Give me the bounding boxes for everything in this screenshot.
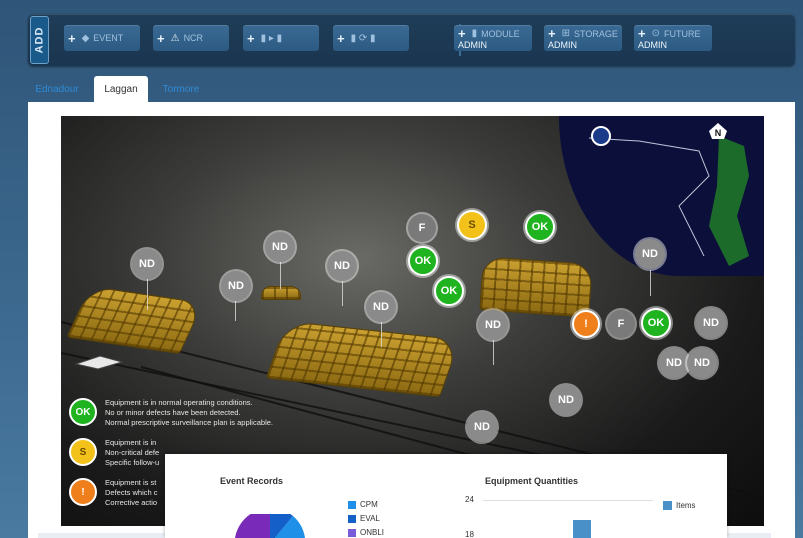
status-marker-nd[interactable]: ND	[696, 308, 726, 338]
marker-stem	[147, 278, 148, 310]
add-event-button[interactable]: + ◆ EVENT	[64, 25, 140, 51]
status-marker-nd[interactable]: ND	[467, 412, 497, 442]
module-label: MODULE	[481, 28, 520, 39]
marker-stem	[650, 270, 651, 296]
sync-icon: ▮ ⟳ ▮	[350, 32, 376, 44]
marker-stem	[342, 280, 343, 306]
status-marker-nd[interactable]: ND	[659, 348, 689, 378]
legend-items-swatch	[663, 501, 672, 510]
transfer-icon: ▮ ▸ ▮	[260, 32, 283, 44]
legend-onbli: ONBLI	[348, 528, 384, 537]
legend-items: Items	[663, 501, 696, 510]
north-letter: N	[715, 128, 722, 138]
pie-slice-onbli	[235, 514, 270, 538]
status-marker-nd[interactable]: ND	[687, 348, 717, 378]
template-structure[interactable]	[479, 256, 593, 318]
transfer-button[interactable]: + ▮ ▸ ▮	[243, 25, 319, 51]
status-marker-ok[interactable]: OK	[641, 308, 671, 338]
top-toolbar: ADD + ◆ EVENT + ⚠ NCR + ▮ ▸ ▮ + ▮ ⟳ ▮ + …	[28, 14, 795, 66]
event-pie-chart	[235, 514, 305, 538]
module-admin-label: ADMIN	[458, 40, 487, 50]
future-admin-label: ADMIN	[638, 40, 667, 50]
marker-stem	[493, 339, 494, 365]
marker-stem	[280, 259, 281, 289]
legend-s-text: Equipment is in Non-critical defe Specif…	[105, 438, 160, 467]
sync-button[interactable]: + ▮ ⟳ ▮	[333, 25, 409, 51]
status-marker-f[interactable]: F	[408, 214, 436, 242]
module-admin-button[interactable]: + ▮ MODULE ADMIN	[454, 25, 532, 51]
warning-icon: ⚠	[170, 32, 180, 44]
charts-popup: Event Records CPM EVAL ONBLI Equipment Q…	[165, 454, 727, 538]
status-marker-nd[interactable]: ND	[265, 232, 295, 262]
event-records-title: Event Records	[220, 476, 284, 486]
north-badge-svg: N	[709, 123, 727, 139]
storage-icon: ⊞	[561, 28, 570, 39]
future-icon: ⊙	[651, 28, 660, 39]
manifold-structure[interactable]	[265, 320, 461, 398]
marker-stem	[381, 321, 382, 347]
marker-stem	[235, 299, 236, 321]
wellhead-structure[interactable]	[261, 286, 301, 300]
location-marker-icon[interactable]	[591, 126, 611, 146]
gridline	[483, 500, 653, 501]
manifold-structure[interactable]	[66, 285, 204, 355]
tab-laggan[interactable]: Laggan	[94, 76, 148, 102]
legend-s-icon: S	[69, 438, 97, 466]
ncr-label: NCR	[183, 33, 204, 43]
status-marker-warning[interactable]: !	[572, 310, 600, 338]
y-tick-24: 24	[465, 495, 474, 504]
bar-items	[573, 520, 591, 538]
status-marker-ok[interactable]: OK	[525, 212, 555, 242]
status-marker-ok[interactable]: OK	[434, 276, 464, 306]
future-admin-button[interactable]: + ⊙ FUTURE ADMIN	[634, 25, 712, 51]
storage-admin-label: ADMIN	[548, 40, 577, 50]
status-marker-ok[interactable]: OK	[408, 246, 438, 276]
legend-warning-text: Equipment is st Defects which c Correcti…	[105, 478, 158, 507]
equipment-quantities-title: Equipment Quantities	[485, 476, 579, 486]
north-arrow-icon: N	[708, 122, 728, 140]
legend-cpm: CPM	[348, 500, 378, 509]
status-marker-nd[interactable]: ND	[551, 385, 581, 415]
add-label: ADD	[33, 26, 46, 54]
storage-admin-button[interactable]: + ⊞ STORAGE ADMIN	[544, 25, 622, 51]
legend-warning-icon: !	[69, 478, 97, 506]
status-marker-nd[interactable]: ND	[327, 251, 357, 281]
status-marker-nd[interactable]: ND	[132, 249, 162, 279]
legend-ok-text: Equipment is in normal operating conditi…	[105, 398, 273, 427]
diamond-icon: ◆	[81, 32, 90, 44]
future-label: FUTURE	[663, 28, 701, 39]
add-ncr-button[interactable]: + ⚠ NCR	[153, 25, 229, 51]
status-marker-nd[interactable]: ND	[635, 239, 665, 269]
add-tab[interactable]: ADD	[30, 16, 49, 64]
legend-ok-icon: OK	[69, 398, 97, 426]
status-marker-nd[interactable]: ND	[221, 271, 251, 301]
status-marker-nd[interactable]: ND	[366, 292, 396, 322]
legend-eval: EVAL	[348, 514, 380, 523]
compass-icon	[74, 354, 124, 370]
legend-item-ok: OK Equipment is in normal operating cond…	[69, 396, 299, 436]
status-marker-s[interactable]: S	[457, 210, 487, 240]
event-label: EVENT	[93, 33, 124, 43]
status-marker-nd[interactable]: ND	[478, 310, 508, 340]
y-tick-18: 18	[465, 530, 474, 538]
module-icon: ▮	[471, 28, 478, 39]
status-marker-f[interactable]: F	[607, 310, 635, 338]
storage-label: STORAGE	[573, 28, 618, 39]
tab-tormore[interactable]: Tormore	[156, 76, 206, 102]
tab-ednadour[interactable]: Ednadour	[28, 76, 86, 102]
island-shape	[709, 136, 749, 266]
